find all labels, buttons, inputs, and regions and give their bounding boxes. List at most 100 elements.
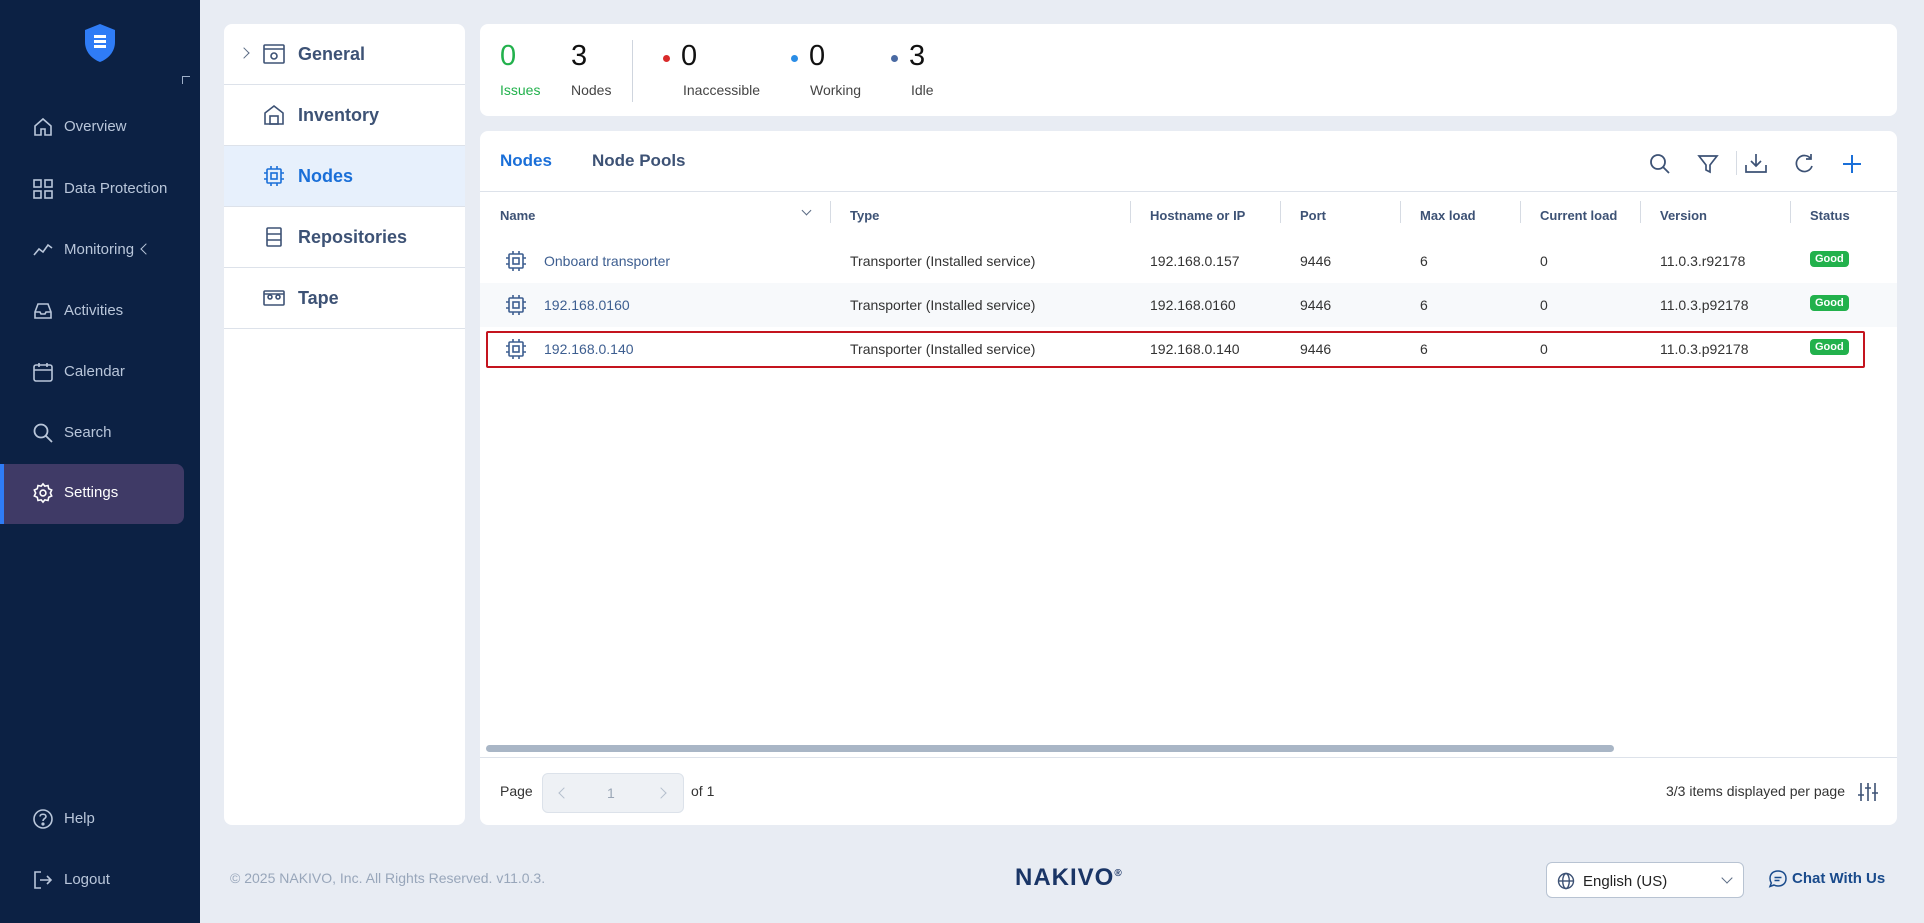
nav-item-monitoring[interactable]: Monitoring [0,221,184,279]
nav-item-overview[interactable]: Overview [0,98,184,156]
inaccessible-count[interactable]: 0 [681,40,697,73]
general-settings-icon [262,42,286,66]
table-row[interactable] [480,131,1897,175]
idle-count[interactable]: 3 [909,40,925,73]
sort-chevron-down-icon[interactable] [801,205,812,216]
language-value: English (US) [1583,873,1668,890]
chevron-down-icon [1721,872,1733,884]
menu-item-inventory[interactable]: Inventory [224,85,465,146]
node-max-load: 6 [1420,253,1428,269]
page-navigator: 1 [542,773,684,813]
nodes-label: Nodes [571,82,612,98]
page-total: of 1 [691,783,715,799]
menu-label: Inventory [298,105,380,125]
chevron-right-icon[interactable] [238,47,250,59]
menu-item-nodes[interactable]: Nodes [224,146,465,207]
status-badge: Good [1810,251,1849,267]
nav-item-calendar[interactable]: Calendar [0,343,184,401]
next-page-chevron-icon[interactable] [655,787,667,799]
node-port: 9446 [1300,341,1332,357]
idle-label: Idle [911,82,934,98]
column-header-current-load[interactable]: Current load [1540,208,1617,223]
column-divider[interactable] [1130,201,1131,223]
help-icon [32,808,54,830]
node-current-load: 0 [1540,297,1548,313]
column-header-name[interactable]: Name [500,208,535,223]
node-version: 11.0.3.p92178 [1660,341,1749,357]
node-name-link[interactable]: 192.168.0.140 [544,341,634,357]
nav-item-data-protection[interactable]: Data Protection [0,160,184,218]
chat-label: Chat With Us [1792,870,1886,887]
node-host: 192.168.0.157 [1150,253,1240,269]
table-row[interactable]: 192.168.0160 Transporter (Installed serv… [480,283,1897,327]
column-header-hostname[interactable]: Hostname or IP [1150,208,1245,223]
nav-item-search[interactable]: Search [0,404,184,462]
column-divider[interactable] [830,201,831,223]
node-current-load: 0 [1540,341,1548,357]
column-header-status[interactable]: Status [1810,208,1850,223]
node-type: Transporter (Installed service) [850,297,1036,313]
node-name-link[interactable]: Onboard transporter [544,253,670,269]
menu-label: Nodes [298,166,354,186]
nav-label: Data Protection [64,180,168,197]
working-count[interactable]: 0 [809,40,825,73]
page-settings-button[interactable] [1857,781,1879,803]
working-dot-icon [791,55,798,62]
chevron-left-icon [140,243,152,255]
node-port: 9446 [1300,297,1332,313]
nav-label: Monitoring [64,241,135,258]
menu-item-general[interactable]: General [224,24,465,85]
column-header-max-load[interactable]: Max load [1420,208,1476,223]
table-row[interactable]: 192.168.0.140 Transporter (Installed ser… [480,327,1897,371]
menu-label: Repositories [298,227,408,247]
page-number-input[interactable]: 1 [607,785,615,801]
globe-icon [1557,872,1575,890]
search-icon [32,422,54,444]
table-row[interactable]: Onboard transporter Transporter (Install… [480,239,1897,283]
column-header-version[interactable]: Version [1660,208,1707,223]
brand-name: NAKIVO [1015,864,1115,891]
sidebar-collapse-handle[interactable] [182,76,190,84]
issues-count[interactable]: 0 [500,40,516,73]
column-header-type[interactable]: Type [850,208,879,223]
column-divider[interactable] [1520,201,1521,223]
column-divider[interactable] [1400,201,1401,223]
shield-logo-icon[interactable] [82,22,118,64]
node-max-load: 6 [1420,297,1428,313]
menu-item-tape[interactable]: Tape [224,268,465,329]
nav-item-logout[interactable]: Logout [0,851,184,909]
horizontal-scrollbar[interactable] [486,745,1614,752]
node-type: Transporter (Installed service) [850,253,1036,269]
menu-item-repositories[interactable]: Repositories [224,207,465,268]
node-chip-icon [504,293,528,317]
inbox-icon [32,300,54,322]
settings-menu: General Inventory Nodes Repositories Tap… [224,24,465,825]
summary-divider [632,40,633,102]
nav-item-settings[interactable]: Settings [0,464,184,524]
inventory-icon [262,103,286,127]
node-name-link[interactable]: 192.168.0160 [544,297,630,313]
nodes-summary: 0 Issues 3 Nodes 0 Inaccessible 0 Workin… [480,24,1897,116]
chat-bubble-icon [1768,869,1788,889]
nav-item-activities[interactable]: Activities [0,282,184,340]
repository-icon [262,225,286,249]
nav-item-help[interactable]: Help [0,790,184,848]
node-chip-icon [504,337,528,361]
menu-label: General [298,44,366,64]
inaccessible-dot-icon [663,55,670,62]
node-host: 192.168.0160 [1150,297,1236,313]
column-divider[interactable] [1790,201,1791,223]
nodes-count[interactable]: 3 [571,40,587,73]
column-divider[interactable] [1280,201,1281,223]
column-divider[interactable] [1640,201,1641,223]
nav-label: Activities [64,302,124,319]
node-type: Transporter (Installed service) [850,341,1036,357]
menu-label: Tape [298,288,339,308]
column-header-port[interactable]: Port [1300,208,1326,223]
node-version: 11.0.3.p92178 [1660,297,1749,313]
status-badge: Good [1810,339,1849,355]
language-select[interactable]: English (US) [1546,862,1744,898]
prev-page-chevron-icon[interactable] [558,787,570,799]
inaccessible-label: Inaccessible [683,82,761,98]
sidebar: Overview Data Protection Monitoring Acti… [0,0,200,923]
